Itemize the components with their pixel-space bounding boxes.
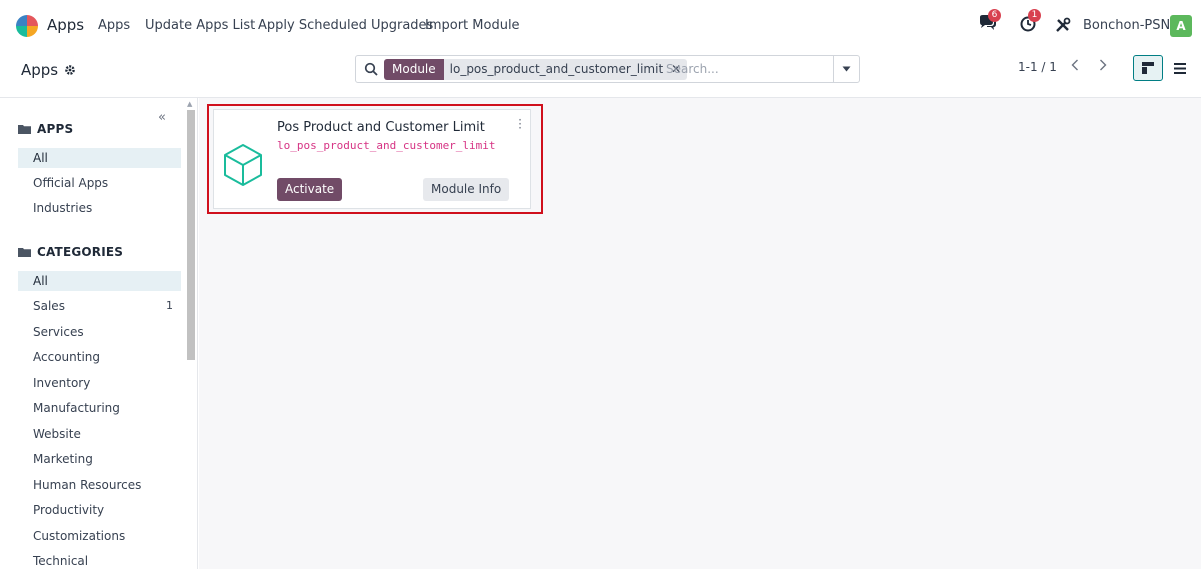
- category-item-manufacturing[interactable]: Manufacturing: [18, 398, 181, 418]
- apps-section-header: APPS: [18, 122, 73, 136]
- activate-button[interactable]: Activate: [277, 178, 343, 201]
- search-input[interactable]: [666, 59, 826, 79]
- scroll-up-arrow-icon[interactable]: ▲: [187, 100, 192, 108]
- folder-icon: [18, 248, 31, 257]
- user-avatar[interactable]: A: [1170, 15, 1192, 37]
- module-cube-icon: [224, 144, 262, 186]
- chevron-left-icon: [1071, 59, 1078, 71]
- category-item-services[interactable]: Services: [18, 322, 181, 342]
- apps-section-title: APPS: [37, 122, 74, 136]
- category-label: Manufacturing: [33, 401, 120, 415]
- app-brand-title[interactable]: Apps: [47, 16, 84, 34]
- sidebar-item-official-apps[interactable]: Official Apps: [18, 173, 181, 193]
- caret-down-icon: [842, 66, 851, 72]
- pager-value[interactable]: 1-1 / 1: [1018, 60, 1057, 74]
- category-item-sales[interactable]: Sales 1: [18, 296, 181, 316]
- module-info-button[interactable]: Module Info: [423, 178, 510, 201]
- category-item-all[interactable]: All: [18, 271, 181, 291]
- list-view-icon: [1174, 62, 1186, 74]
- category-item-human-resources[interactable]: Human Resources: [18, 475, 181, 495]
- kanban-view-icon: [1142, 62, 1154, 74]
- category-count: 1: [166, 299, 173, 312]
- search-options-toggle[interactable]: [833, 56, 859, 82]
- odoo-apps-logo-icon[interactable]: [15, 14, 39, 38]
- category-item-inventory[interactable]: Inventory: [18, 373, 181, 393]
- search-facet: Module lo_pos_product_and_customer_limit…: [384, 59, 688, 80]
- category-item-website[interactable]: Website: [18, 424, 181, 444]
- breadcrumb-current: Apps: [21, 61, 59, 79]
- kanban-content-area: Pos Product and Customer Limit lo_pos_pr…: [199, 98, 1201, 569]
- search-bar[interactable]: Module lo_pos_product_and_customer_limit…: [355, 55, 860, 83]
- menu-apps[interactable]: Apps: [98, 18, 130, 33]
- messages-count-badge: 6: [988, 9, 1001, 22]
- pager-next-button[interactable]: [1090, 56, 1116, 78]
- control-panel: Apps Module lo_pos_product_and_customer_…: [0, 52, 1201, 98]
- module-technical-name: lo_pos_product_and_customer_limit: [277, 139, 496, 152]
- list-view-button[interactable]: [1165, 55, 1195, 81]
- search-panel-sidebar: « APPS All Official Apps Industries CATE…: [0, 98, 198, 569]
- folder-icon: [18, 125, 31, 134]
- menu-import-module[interactable]: Import Module: [425, 18, 520, 33]
- top-navbar: Apps Apps Update Apps List Apply Schedul…: [0, 0, 1201, 52]
- facet-label: Module: [384, 59, 444, 80]
- pager-previous-button[interactable]: [1062, 56, 1088, 78]
- activities-count-badge: 1: [1028, 9, 1041, 22]
- category-label: Inventory: [33, 376, 91, 390]
- kanban-view-button[interactable]: [1133, 55, 1163, 81]
- gear-icon[interactable]: [64, 64, 76, 76]
- debug-tools-button[interactable]: [1055, 17, 1071, 37]
- category-label: Accounting: [33, 350, 101, 364]
- search-icon[interactable]: [364, 62, 378, 76]
- activities-button[interactable]: 1: [1020, 9, 1041, 36]
- category-item-customizations[interactable]: Customizations: [18, 526, 181, 546]
- module-title: Pos Product and Customer Limit: [277, 120, 485, 135]
- category-item-productivity[interactable]: Productivity: [18, 500, 181, 520]
- menu-update-apps-list[interactable]: Update Apps List: [145, 18, 255, 33]
- category-label: Services: [33, 325, 84, 339]
- categories-section-header: CATEGORIES: [18, 245, 123, 259]
- card-dropdown-icon[interactable]: · · ·: [518, 114, 522, 134]
- category-label: Technical: [33, 554, 89, 568]
- category-label: All: [33, 274, 48, 288]
- chevron-right-icon: [1100, 59, 1107, 71]
- module-card[interactable]: Pos Product and Customer Limit lo_pos_pr…: [213, 109, 531, 209]
- category-label: Marketing: [33, 452, 93, 466]
- categories-section-title: CATEGORIES: [37, 245, 124, 259]
- category-label: Customizations: [33, 529, 126, 543]
- facet-value: lo_pos_product_and_customer_limit: [449, 62, 664, 76]
- category-label: Human Resources: [33, 478, 142, 492]
- messages-button[interactable]: 6: [978, 9, 1001, 36]
- category-item-technical[interactable]: Technical: [18, 551, 181, 569]
- sidebar-item-all-apps[interactable]: All: [18, 148, 181, 168]
- collapse-sidebar-icon[interactable]: «: [158, 110, 166, 125]
- sidebar-item-industries[interactable]: Industries: [18, 198, 181, 218]
- category-item-accounting[interactable]: Accounting: [18, 347, 181, 367]
- category-item-marketing[interactable]: Marketing: [18, 449, 181, 469]
- menu-apply-scheduled-upgrades[interactable]: Apply Scheduled Upgrades: [258, 18, 433, 33]
- sidebar-scrollbar-thumb[interactable]: [187, 110, 195, 360]
- category-label: Productivity: [33, 503, 105, 517]
- category-label: Website: [33, 427, 81, 441]
- breadcrumb: Apps: [21, 61, 76, 79]
- company-switcher[interactable]: Bonchon-PSN: [1083, 18, 1170, 33]
- category-label: Sales: [33, 299, 65, 313]
- tools-icon: [1056, 17, 1071, 32]
